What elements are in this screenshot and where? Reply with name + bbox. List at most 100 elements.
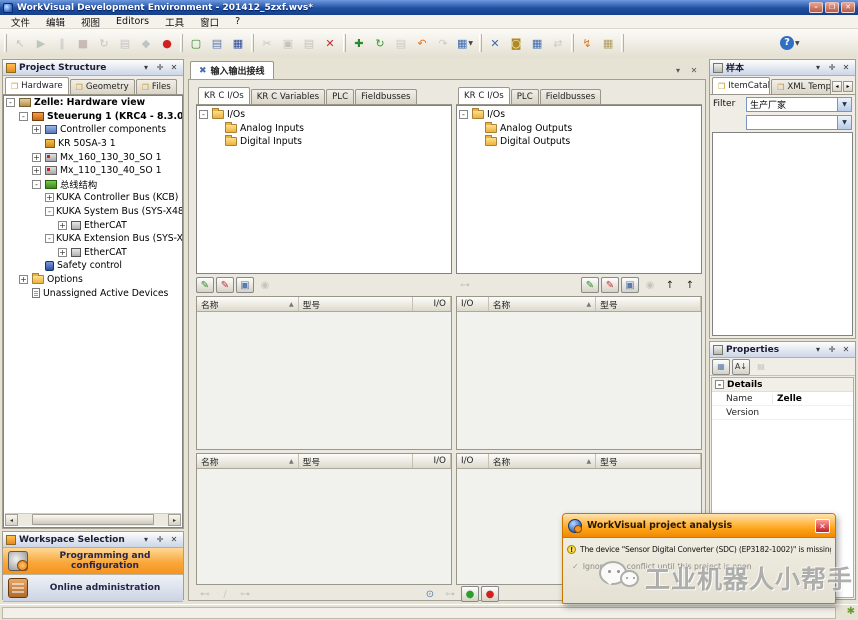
tree-item[interactable]: -Steuerung 1 (KRC4 - 8.3.0) : Acti [4, 110, 182, 124]
close-icon[interactable]: ✕ [168, 534, 180, 546]
delete-icon[interactable]: ✕ [320, 33, 340, 53]
print-icon[interactable]: ▤ [391, 33, 411, 53]
tree-item[interactable]: +KUKA Controller Bus (KCB) [4, 191, 182, 205]
chevron-down-icon[interactable]: ▼ [837, 98, 851, 111]
close-icon[interactable]: ✕ [840, 62, 852, 74]
deploy-icon[interactable]: ↯ [577, 33, 597, 53]
stop-icon[interactable]: ■ [73, 33, 93, 53]
tree-item[interactable]: KR 50SA-3 1 [4, 137, 182, 151]
close-button[interactable]: ✕ [841, 2, 855, 13]
close-icon[interactable]: ✕ [840, 344, 852, 356]
redo-icon[interactable]: ↷ [433, 33, 453, 53]
expand-icon[interactable]: + [32, 125, 41, 134]
collapse-icon[interactable]: - [45, 207, 54, 216]
property-pages-icon[interactable]: ▤ [752, 359, 770, 375]
tab-kr-c-i-os[interactable]: KR C I/Os [198, 87, 250, 104]
toolbar-grip[interactable] [621, 34, 624, 52]
property-row[interactable]: Name Zelle [712, 392, 853, 406]
workspace-item[interactable]: Online administration [3, 575, 183, 602]
close-view-icon[interactable]: ✕ [485, 33, 505, 53]
toolbar-grip[interactable] [251, 34, 254, 52]
disconnect-pen-red-icon[interactable]: ✎ [216, 277, 234, 293]
tree-item[interactable]: - I/Os [457, 108, 701, 122]
pin-up-icon[interactable]: ↑ [661, 277, 679, 293]
scrollbar-thumb[interactable] [32, 514, 154, 525]
menu-item[interactable]: 文件 [3, 15, 38, 29]
collapse-icon[interactable]: - [459, 110, 468, 119]
chevron-down-icon[interactable]: ▼ [837, 116, 851, 129]
column-header-2[interactable]: 型号 [596, 454, 701, 468]
categorized-icon[interactable]: ▦ [712, 359, 730, 375]
draw-line-icon[interactable]: ∕ [216, 586, 234, 602]
toolbar-grip[interactable] [479, 34, 482, 52]
workspace-item[interactable]: Programming and configuration [3, 548, 183, 575]
tab-scroll-left-icon[interactable]: ◂ [832, 81, 842, 92]
tab-plc[interactable]: PLC [326, 89, 354, 104]
connect-pen-green-icon[interactable]: ✎ [196, 277, 214, 293]
popup-close-button[interactable]: ✕ [815, 519, 830, 533]
secondary-filter-select[interactable]: ▼ [746, 115, 852, 130]
properties-group-row[interactable]: - Details [712, 378, 853, 392]
tree-item[interactable]: +Mx_160_130_30_SO 1 [4, 150, 182, 164]
expand-icon[interactable]: + [45, 193, 54, 202]
column-header-0[interactable]: 名称▲ [197, 454, 299, 468]
archive-icon[interactable]: ▦ [598, 33, 618, 53]
collapse-icon[interactable]: - [199, 110, 208, 119]
unplug-icon[interactable]: ⊶ [236, 586, 254, 602]
screen-icon[interactable]: ▦ [527, 33, 547, 53]
tab-scroll-right-icon[interactable]: ▸ [843, 81, 853, 92]
collapse-icon[interactable]: - [6, 98, 15, 107]
paste-icon[interactable]: ▤ [299, 33, 319, 53]
ignore-option-link[interactable]: ✓ Ignore this conflict until this projec… [572, 562, 831, 571]
toolbar-grip[interactable] [4, 34, 7, 52]
menu-dropdown-icon[interactable]: ▾ [812, 62, 824, 74]
reset-icon[interactable]: ↻ [94, 33, 114, 53]
scroll-right-icon[interactable]: ▸ [168, 514, 181, 526]
expand-icon[interactable]: + [19, 275, 28, 284]
tree-item[interactable]: +EtherCAT [4, 218, 182, 232]
tree-item[interactable]: -KUKA System Bus (SYS-X48) [4, 205, 182, 219]
pause-icon[interactable]: ∥ [52, 33, 72, 53]
tab-io-wiring[interactable]: ✖ 输入输出接线 [190, 61, 274, 79]
column-header-2[interactable]: 型号 [596, 297, 701, 311]
alphabetical-sort-icon[interactable]: A↓ [732, 359, 750, 375]
monitor-icon[interactable]: ▤ [115, 33, 135, 53]
menu-item[interactable]: ? [227, 16, 248, 27]
menu-item[interactable]: 工具 [157, 15, 192, 29]
column-header-1[interactable]: 型号 [299, 454, 413, 468]
menu-item[interactable]: 窗口 [192, 15, 227, 29]
editor-close-icon[interactable]: ✕ [688, 66, 700, 75]
debug-icon[interactable]: ◆ [136, 33, 156, 53]
minimize-button[interactable]: – [809, 2, 823, 13]
expand-icon[interactable]: + [58, 221, 67, 230]
table-body[interactable] [457, 312, 701, 449]
tree-item[interactable]: Safety control [4, 259, 182, 273]
column-header-1[interactable]: 型号 [299, 297, 413, 311]
tree-item[interactable]: -总线结构 [4, 178, 182, 192]
auto-connect-icon[interactable]: ▣ [621, 277, 639, 293]
column-header-0[interactable]: 名称▲ [197, 297, 299, 311]
help-icon[interactable]: ?▼ [777, 33, 803, 53]
editor-menu-icon[interactable]: ▾ [672, 66, 684, 75]
manufacturer-filter-select[interactable]: 生产厂家 ▼ [746, 97, 852, 112]
catalog-list[interactable] [712, 132, 853, 336]
menu-dropdown-icon[interactable]: ▾ [140, 62, 152, 74]
tab-hardware[interactable]: ❒Hardware [5, 77, 69, 94]
collapse-icon[interactable]: - [32, 180, 41, 189]
tab-geometry[interactable]: ❒Geometry [70, 79, 135, 94]
tab-kr-c-variables[interactable]: KR C Variables [251, 89, 325, 104]
tree-item[interactable]: Unassigned Active Devices [4, 286, 182, 300]
signal-icon[interactable]: ◉ [641, 277, 659, 293]
expand-icon[interactable]: + [58, 248, 67, 257]
tree-item[interactable]: +Controller components [4, 123, 182, 137]
close-icon[interactable]: ✕ [168, 62, 180, 74]
lock-icon[interactable]: ◙ [506, 33, 526, 53]
tab-fieldbusses[interactable]: Fieldbusses [540, 89, 601, 104]
plug-icon[interactable]: ⊷ [196, 586, 214, 602]
tree-item[interactable]: Digital Outputs [457, 135, 701, 149]
column-header-1[interactable]: 名称▲ [489, 297, 596, 311]
maximize-button[interactable]: ❐ [825, 2, 839, 13]
undo-icon[interactable]: ↶ [412, 33, 432, 53]
column-header-1[interactable]: 名称▲ [489, 454, 596, 468]
tree-item[interactable]: Digital Inputs [197, 135, 451, 149]
